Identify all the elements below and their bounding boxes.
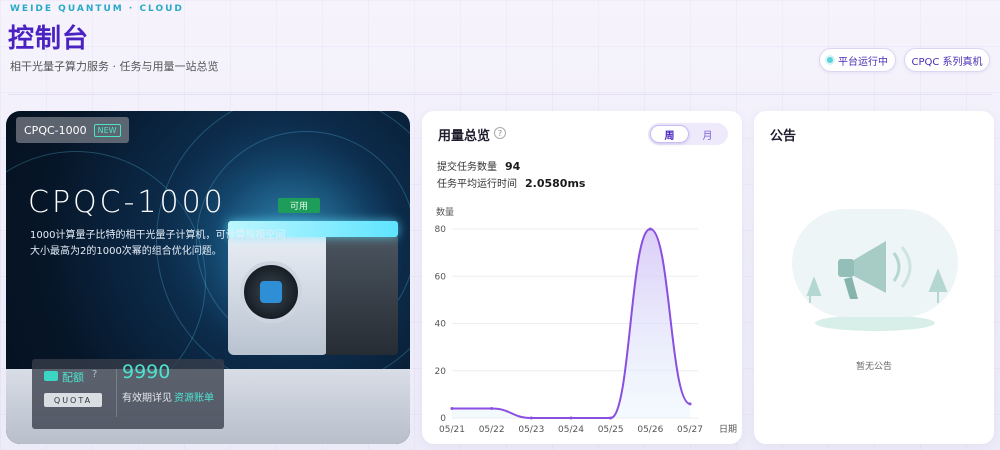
brand-tag: WEIDE QUANTUM · CLOUD — [10, 4, 184, 14]
notice-title: 公告 — [770, 129, 797, 144]
new-badge: NEW — [93, 123, 121, 137]
usage-card: 用量总览 ? 周 月 提交任务数量 94 任务平均运行时间 2.0580ms 数量 0… — [422, 111, 742, 444]
period-toggle: 周 月 — [648, 123, 728, 145]
notice-card: 公告 暂无公告 — [754, 111, 994, 444]
page-subtitle: 相干光量子算力服务 · 任务与用量一站总览 — [10, 60, 219, 73]
x-tick-label: 05/24 — [558, 425, 584, 435]
data-point — [688, 402, 692, 406]
data-point — [648, 227, 652, 231]
stat-tasks-value: 94 — [505, 160, 521, 173]
model-tag: CPQC-1000 NEW — [16, 117, 129, 143]
tab-month[interactable]: 月 — [689, 125, 726, 143]
data-point — [450, 407, 454, 411]
stat-tasks-label: 提交任务数量 — [437, 162, 497, 173]
header-divider — [8, 94, 992, 95]
quota-divider — [116, 369, 117, 417]
data-point — [569, 416, 573, 420]
billing-link[interactable]: 资源账单 — [174, 389, 214, 404]
stat-time-value: 2.0580ms — [525, 177, 586, 190]
quota-panel: 配额 ? QUOTA 9990 有效期详见 资源账单 — [32, 359, 224, 429]
quota-title: 配额 — [62, 371, 84, 384]
quota-expiry-label: 有效期详见 — [122, 393, 172, 404]
model-tag-label: CPQC-1000 — [24, 123, 87, 137]
x-axis-label: 日期 — [719, 424, 737, 435]
model-name: CPQC-1000 — [28, 185, 226, 220]
page-title: 控制台 — [8, 24, 90, 54]
x-tick-label: 05/22 — [479, 425, 505, 435]
usage-title: 用量总览 — [438, 129, 491, 144]
help-icon[interactable]: ? — [494, 127, 506, 139]
data-point — [609, 416, 613, 420]
x-tick-label: 05/23 — [518, 425, 544, 435]
y-tick-label: 60 — [435, 272, 447, 282]
data-point — [529, 416, 533, 420]
stat-time: 任务平均运行时间 2.0580ms — [437, 175, 585, 190]
quota-wordmark: QUOTA — [44, 393, 102, 407]
quota-value: 9990 — [122, 361, 171, 383]
model-description: 1000计算量子比特的相干光量子计算机，可计算规模空间大小最高为2的1000次幂… — [30, 230, 286, 257]
y-axis-label: 数量 — [436, 206, 454, 218]
platform-status-label: 平台运行中 — [838, 56, 888, 68]
help-icon[interactable]: ? — [92, 369, 97, 380]
device-logo-icon — [260, 281, 282, 303]
x-tick-label: 05/21 — [439, 425, 465, 435]
tab-week[interactable]: 周 — [650, 125, 689, 143]
y-tick-label: 20 — [435, 367, 447, 377]
status-dot-icon — [827, 57, 833, 63]
availability-badge: 可用 — [278, 198, 320, 213]
x-tick-label: 05/25 — [598, 425, 624, 435]
y-tick-label: 0 — [440, 414, 446, 424]
stat-tasks: 提交任务数量 94 — [437, 158, 520, 173]
y-tick-label: 80 — [435, 225, 447, 235]
data-point — [490, 407, 494, 411]
x-tick-label: 05/27 — [677, 425, 703, 435]
series-label: CPQC 系列真机 — [911, 56, 983, 68]
stat-time-label: 任务平均运行时间 — [437, 179, 517, 190]
notice-empty-text: 暂无公告 — [855, 362, 892, 372]
quota-icon — [44, 371, 58, 381]
series-button[interactable]: CPQC 系列真机 — [904, 48, 990, 72]
platform-status-badge[interactable]: 平台运行中 — [819, 48, 896, 72]
usage-chart: 数量 0 20 40 60 80 05/21 05/22 05/23 05/24 05/25 05/2… — [435, 206, 737, 435]
x-tick-label: 05/26 — [637, 425, 663, 435]
megaphone-icon — [792, 209, 958, 331]
y-tick-label: 40 — [435, 320, 447, 330]
hero-card[interactable]: CPQC-1000 NEW CPQC-1000 可用 1000计算量子比特的相干… — [6, 111, 410, 444]
